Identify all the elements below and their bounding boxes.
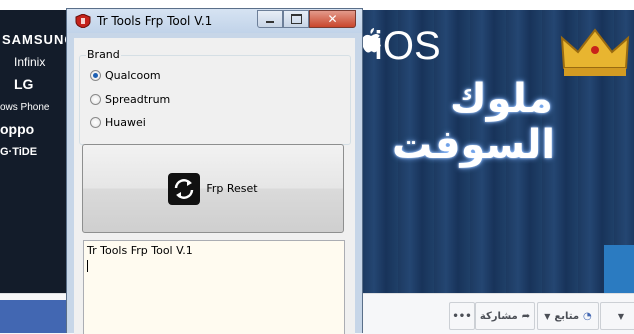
share-icon: ➦ <box>521 310 531 322</box>
crown-icon <box>560 28 630 76</box>
frp-reset-label: Frp Reset <box>206 182 258 195</box>
more-label: ••• <box>452 310 472 322</box>
close-icon: ✕ <box>327 12 338 26</box>
brand-samsung: SAMSUNG <box>2 32 76 47</box>
minimize-icon <box>266 21 274 23</box>
frp-reset-button[interactable]: Frp Reset <box>82 144 344 233</box>
rss-icon: ◔ <box>583 310 592 322</box>
cover-blue-strip <box>604 245 634 293</box>
radio-spreadtrum[interactable]: Spreadtrum <box>90 93 170 106</box>
radio-qualcoom[interactable]: Qualcoom <box>90 69 161 82</box>
brand-infinix: Infinix <box>14 55 46 69</box>
follow-label: متابع <box>554 310 580 322</box>
window-title: Tr Tools Frp Tool V.1 <box>97 14 213 28</box>
chevron-down-icon: ▼ <box>617 311 625 321</box>
arabic-title-line1: ملوك <box>450 76 553 122</box>
chevron-down-icon: ▼ <box>544 311 551 321</box>
share-button[interactable]: مشاركة ➦ <box>475 302 535 330</box>
app-icon <box>75 14 91 28</box>
liked-button[interactable]: ▼ <box>600 302 634 330</box>
brand-windows-phone: ows Phone <box>0 102 50 113</box>
share-label: مشاركة <box>479 310 518 322</box>
window-titlebar[interactable]: Tr Tools Frp Tool V.1 ✕ <box>67 9 362 33</box>
refresh-icon <box>168 172 201 205</box>
radio-unselected-icon <box>90 94 101 105</box>
cover-brands-panel: SAMSUNG Infinix LG ows Phone oppo G·TiDE <box>0 10 74 293</box>
radio-unselected-icon <box>90 117 101 128</box>
radio-spreadtrum-label: Spreadtrum <box>105 93 171 106</box>
brand-gtide: G·TiDE <box>0 146 38 158</box>
brand-lg: LG <box>14 76 34 92</box>
text-caret <box>87 260 88 272</box>
ios-label: iOS <box>374 24 441 68</box>
close-button[interactable]: ✕ <box>309 10 356 28</box>
maximize-icon <box>290 14 302 24</box>
brand-oppo: oppo <box>0 121 35 137</box>
arabic-title-line2: السوفت <box>392 122 556 168</box>
more-button[interactable]: ••• <box>449 302 475 330</box>
maximize-button[interactable] <box>283 10 309 28</box>
radio-selected-icon <box>90 70 101 81</box>
minimize-button[interactable] <box>257 10 283 28</box>
radio-huawei[interactable]: Huawei <box>90 116 146 129</box>
log-text: Tr Tools Frp Tool V.1 <box>87 244 193 257</box>
cover-logo-panel: iOS ملوك السوفت <box>361 10 634 293</box>
follow-button[interactable]: ▼ متابع ◔ <box>537 302 599 330</box>
window-client-area: Brand Qualcoom Spreadtrum Huawei Frp Res… <box>74 38 355 334</box>
radio-qualcoom-label: Qualcoom <box>105 69 161 82</box>
brand-group-label: Brand <box>86 48 121 61</box>
frp-tool-window: Tr Tools Frp Tool V.1 ✕ Brand Qualcoom S… <box>66 8 363 334</box>
radio-huawei-label: Huawei <box>105 116 146 129</box>
page-left-tab <box>0 300 68 333</box>
log-textarea[interactable]: Tr Tools Frp Tool V.1 <box>83 240 345 334</box>
